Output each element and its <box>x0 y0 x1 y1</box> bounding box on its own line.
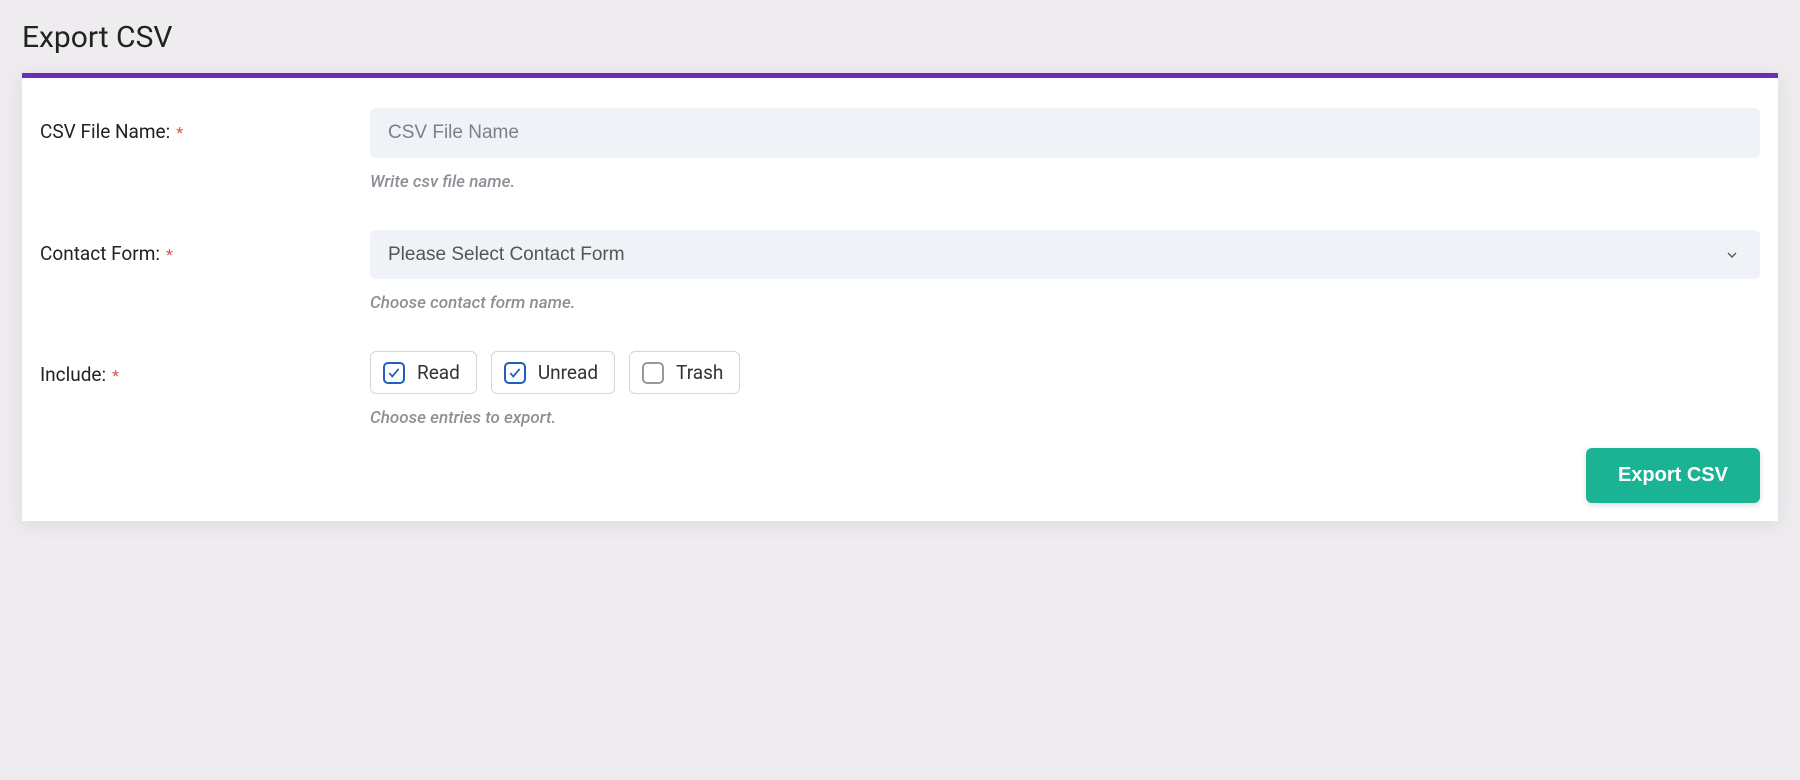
contact-form-helper: Choose contact form name. <box>370 293 1760 313</box>
include-checkbox-trash[interactable]: Trash <box>629 351 740 394</box>
include-checkbox-unread-label: Unread <box>538 361 598 384</box>
include-checkbox-read[interactable]: Read <box>370 351 477 394</box>
page-title: Export CSV <box>0 0 1800 73</box>
required-asterisk: * <box>112 366 119 385</box>
include-checkbox-unread[interactable]: Unread <box>491 351 615 394</box>
contact-form-select[interactable]: Please Select Contact Form <box>370 230 1760 279</box>
include-checkbox-group: Read Unread Trash <box>370 351 1760 394</box>
actions-row: Export CSV <box>40 448 1760 503</box>
csv-file-name-input[interactable] <box>370 108 1760 158</box>
csv-file-name-label: CSV File Name: <box>40 120 170 143</box>
csv-file-name-helper: Write csv file name. <box>370 172 1760 192</box>
required-asterisk: * <box>176 123 183 142</box>
checkbox-icon <box>504 362 526 384</box>
required-asterisk: * <box>166 245 173 264</box>
contact-form-label: Contact Form: <box>40 242 160 265</box>
include-row: Include: * Read Unread <box>40 351 1760 428</box>
checkbox-icon <box>642 362 664 384</box>
include-helper: Choose entries to export. <box>370 408 1760 428</box>
export-csv-panel: CSV File Name: * Write csv file name. Co… <box>22 73 1778 521</box>
checkbox-icon <box>383 362 405 384</box>
csv-file-name-row: CSV File Name: * Write csv file name. <box>40 108 1760 192</box>
contact-form-row: Contact Form: * Please Select Contact Fo… <box>40 230 1760 313</box>
include-label: Include: <box>40 363 106 386</box>
export-csv-button[interactable]: Export CSV <box>1586 448 1760 503</box>
include-checkbox-read-label: Read <box>417 361 460 384</box>
include-checkbox-trash-label: Trash <box>676 361 723 384</box>
